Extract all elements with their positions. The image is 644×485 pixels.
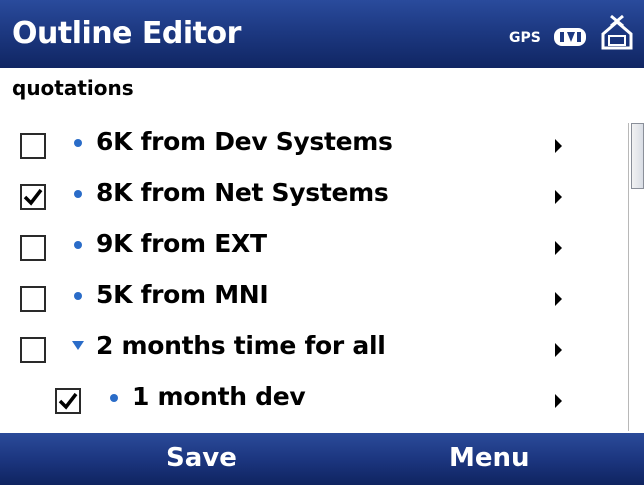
outline-item[interactable]: 1 month dev [0,378,610,428]
outline-item[interactable]: 5K from MNI [0,276,610,326]
checkmark-icon [23,188,43,206]
chevron-right-icon[interactable] [555,190,562,204]
bullet-icon [74,241,82,249]
bullet-icon [74,190,82,198]
chevron-right-icon[interactable] [555,139,562,153]
item-label: 9K from EXT [96,229,267,258]
item-checkbox[interactable] [20,286,46,312]
item-checkbox[interactable] [55,388,81,414]
outline-item[interactable]: 6K from Dev Systems [0,123,610,173]
chevron-right-icon[interactable] [555,343,562,357]
item-checkbox[interactable] [20,184,46,210]
item-label: 6K from Dev Systems [96,127,393,156]
network-status-icon [597,14,637,58]
scrollbar-thumb[interactable] [631,123,644,189]
item-label: 2 months time for all [96,331,386,360]
outline-item[interactable]: 8K from Net Systems [0,174,610,224]
data-connection-icon [551,20,589,54]
title-bar: Outline Editor GPS [0,0,644,68]
chevron-right-icon[interactable] [555,394,562,408]
gps-indicator: GPS [509,30,541,46]
outline-item[interactable] [0,424,610,431]
expand-triangle-icon[interactable] [72,341,84,350]
chevron-right-icon[interactable] [555,292,562,306]
bullet-icon [74,292,82,300]
outline-item[interactable]: 9K from EXT [0,225,610,275]
chevron-right-icon[interactable] [555,241,562,255]
item-checkbox[interactable] [20,133,46,159]
item-checkbox[interactable] [20,337,46,363]
outline-item[interactable]: 2 months time for all [0,327,610,377]
app-title: Outline Editor [12,16,241,51]
item-label: 5K from MNI [96,280,269,309]
bullet-icon [74,139,82,147]
outline-editor-screen: Outline Editor GPS quotations 6K from De… [0,0,644,485]
item-checkbox[interactable] [20,235,46,261]
bullet-icon [110,394,118,402]
menu-softkey[interactable]: Menu [449,443,530,473]
softkey-bar: Save Menu [0,433,644,485]
save-softkey[interactable]: Save [166,443,237,473]
item-label: 8K from Net Systems [96,178,389,207]
document-title: quotations [12,76,134,100]
checkmark-icon [58,392,78,410]
outline-list: 6K from Dev Systems 8K from Net Systems … [0,123,610,431]
item-label: 1 month dev [132,382,306,411]
